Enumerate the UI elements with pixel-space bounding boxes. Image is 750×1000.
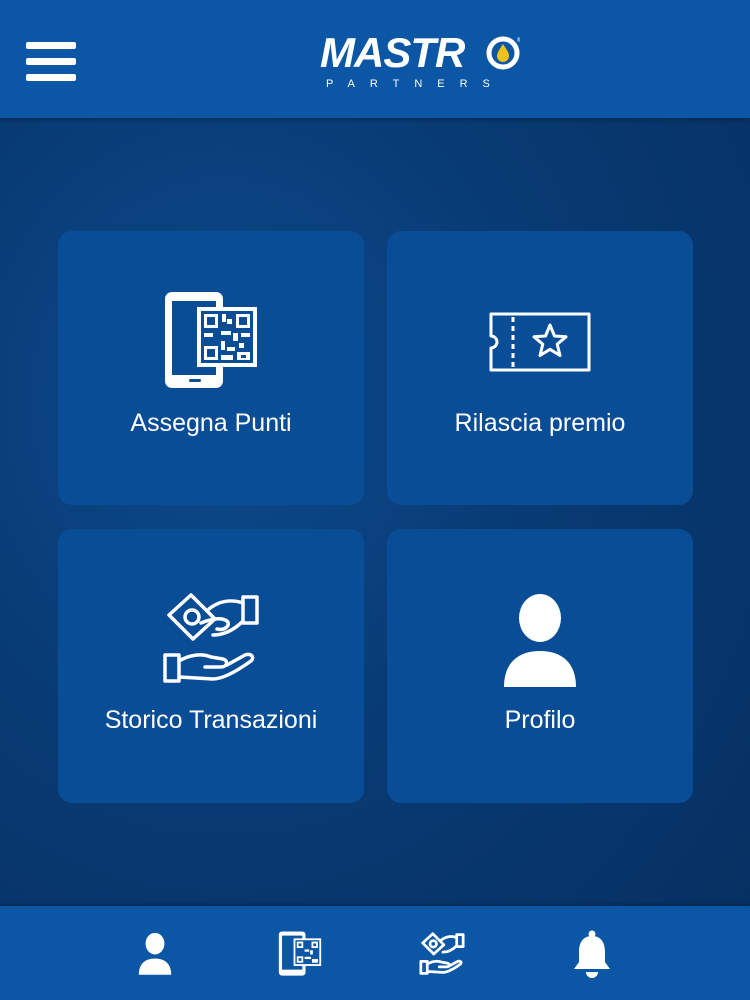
ticket-star-icon <box>489 312 591 372</box>
tile-label: Assegna Punti <box>130 409 292 437</box>
logo-o-drop-icon: ® <box>486 36 520 70</box>
phone-qr-icon <box>165 292 257 388</box>
logo-subtitle: PARTNERS <box>326 78 505 90</box>
tile-storico-transazioni[interactable]: Storico Transazioni <box>58 529 364 803</box>
bottom-navigation-bar <box>0 906 750 1000</box>
nav-transactions-button[interactable] <box>412 926 472 982</box>
money-exchange-icon <box>163 593 259 683</box>
nav-assign-points-button[interactable] <box>270 926 330 982</box>
app-header: MASTR ® PARTNERS <box>0 0 750 118</box>
menu-line-icon <box>26 74 76 81</box>
menu-line-icon <box>26 42 76 49</box>
logo-wordmark: MASTR <box>320 29 465 76</box>
nav-profile-button[interactable] <box>125 926 185 982</box>
user-icon <box>138 932 172 975</box>
nav-notifications-button[interactable] <box>562 926 622 982</box>
svg-text:®: ® <box>517 37 520 44</box>
bell-icon <box>574 930 610 978</box>
user-icon <box>504 594 576 687</box>
tile-label: Rilascia premio <box>454 409 626 437</box>
tile-profilo[interactable]: Profilo <box>387 529 693 803</box>
menu-line-icon <box>26 58 76 65</box>
tile-rilascia-premio[interactable]: Rilascia premio <box>387 231 693 505</box>
money-exchange-icon <box>419 932 465 975</box>
phone-qr-icon <box>278 931 322 976</box>
tile-label: Profilo <box>504 706 576 734</box>
app-root: MASTR ® PARTNERS Assegna Punti Rilascia … <box>0 0 750 1000</box>
tile-assegna-punti[interactable]: Assegna Punti <box>58 231 364 505</box>
mastro-partners-logo: MASTR ® PARTNERS <box>320 30 530 92</box>
hamburger-menu-button[interactable] <box>26 40 76 84</box>
tile-label: Storico Transazioni <box>104 706 318 734</box>
